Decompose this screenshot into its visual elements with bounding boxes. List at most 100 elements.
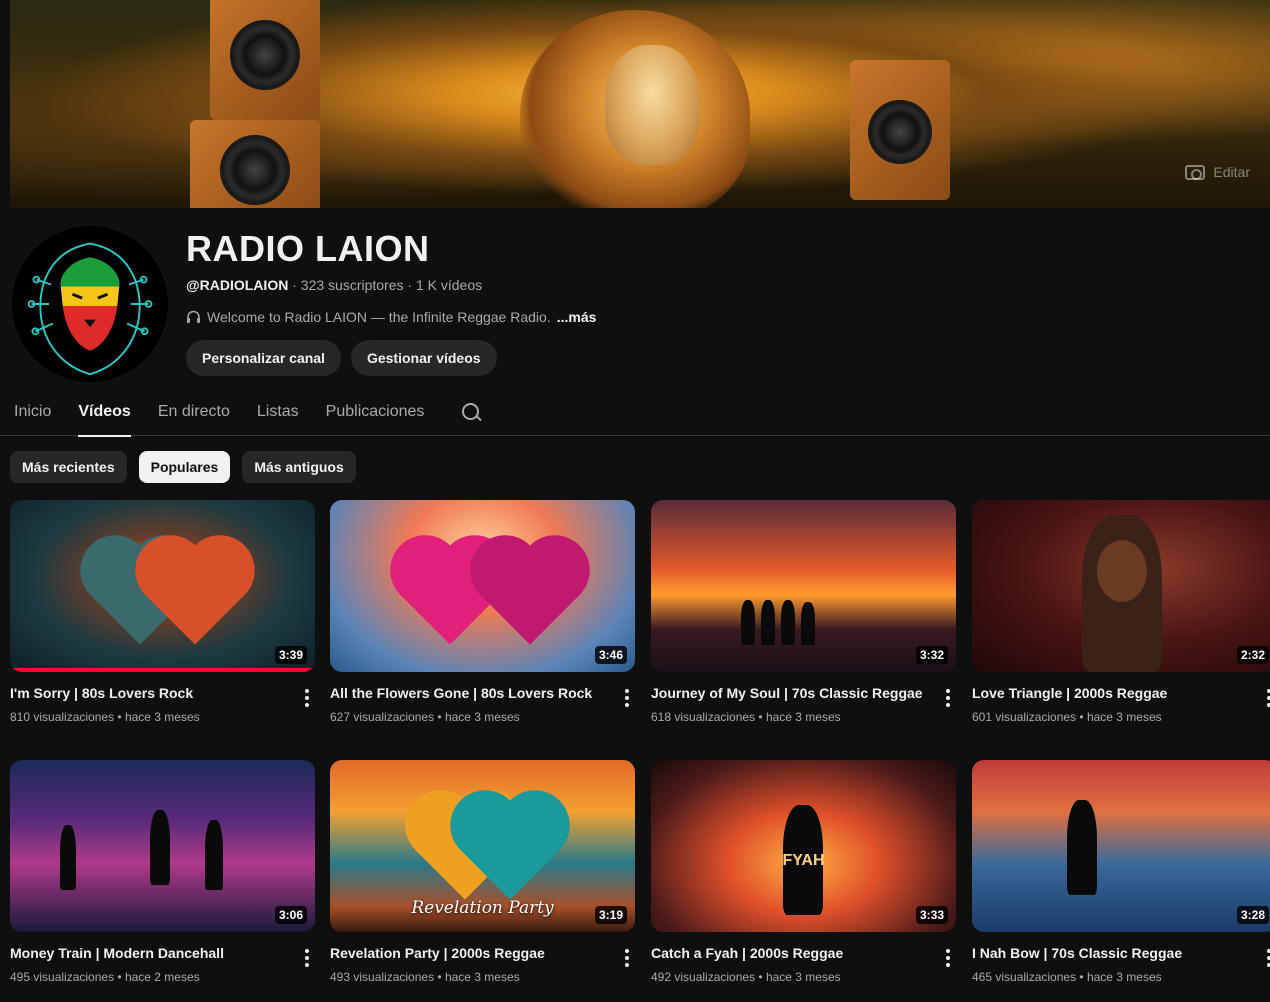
dancer-silhouette — [150, 810, 170, 885]
heart-graphic — [480, 545, 580, 645]
upload-age: hace 3 meses — [765, 970, 841, 984]
stats-separator: • — [434, 710, 445, 724]
upload-age: hace 3 meses — [1086, 970, 1162, 984]
more-actions-icon[interactable] — [940, 686, 956, 710]
person-silhouette — [781, 600, 795, 645]
video-duration: 3:33 — [915, 906, 948, 924]
video-stats: 465 visualizaciones • hace 3 meses — [972, 970, 1270, 984]
stats-separator: • — [1076, 710, 1087, 724]
more-actions-icon[interactable] — [1261, 946, 1270, 970]
tab-en-directo[interactable]: En directo — [158, 388, 230, 436]
meta-separator: · — [288, 277, 301, 293]
manage-videos-button[interactable]: Gestionar vídeos — [350, 340, 497, 376]
view-count: 493 visualizaciones — [330, 970, 435, 984]
video-card[interactable]: 3:28 I Nah Bow | 70s Classic Reggae 465 … — [972, 760, 1270, 984]
heart-graphic — [145, 545, 245, 645]
person-silhouette — [801, 602, 815, 645]
channel-avatar[interactable] — [10, 224, 170, 384]
chip-oldest[interactable]: Más antiguos — [242, 451, 356, 483]
video-thumbnail[interactable]: 3:06 — [10, 760, 315, 932]
thumbnail-title-text: Revelation Party — [411, 898, 554, 918]
lion-face-graphic — [605, 45, 700, 165]
upload-age: hace 3 meses — [1086, 710, 1162, 724]
tab-listas[interactable]: Listas — [257, 388, 299, 436]
video-thumbnail[interactable]: FYAH 3:33 — [651, 760, 956, 932]
video-stats: 495 visualizaciones • hace 2 meses — [10, 970, 315, 984]
video-duration: 3:39 — [274, 646, 307, 664]
speaker-graphic — [850, 60, 950, 200]
video-stats: 601 visualizaciones • hace 3 meses — [972, 710, 1270, 724]
video-title[interactable]: I Nah Bow | 70s Classic Reggae — [972, 945, 1257, 961]
video-stats: 618 visualizaciones • hace 3 meses — [651, 710, 956, 724]
video-title[interactable]: Revelation Party | 2000s Reggae — [330, 945, 615, 961]
more-actions-icon[interactable] — [619, 946, 635, 970]
stats-separator: • — [114, 710, 125, 724]
headphones-icon — [187, 310, 200, 323]
video-stats: 492 visualizaciones • hace 3 meses — [651, 970, 956, 984]
video-duration: 3:46 — [594, 646, 627, 664]
video-title[interactable]: All the Flowers Gone | 80s Lovers Rock — [330, 685, 615, 701]
video-stats: 627 visualizaciones • hace 3 meses — [330, 710, 635, 724]
video-card[interactable]: 3:06 Money Train | Modern Dancehall 495 … — [10, 760, 315, 984]
more-actions-icon[interactable] — [1261, 686, 1270, 710]
thumbnail-title-text: FYAH — [782, 852, 825, 869]
video-thumbnail[interactable]: 3:39 — [10, 500, 315, 672]
upload-age: hace 3 meses — [765, 710, 841, 724]
video-title[interactable]: Money Train | Modern Dancehall — [10, 945, 295, 961]
customize-channel-button[interactable]: Personalizar canal — [186, 340, 341, 376]
view-count: 618 visualizaciones — [651, 710, 756, 724]
video-card[interactable]: 3:46 All the Flowers Gone | 80s Lovers R… — [330, 500, 635, 724]
more-link[interactable]: ...más — [557, 309, 597, 325]
video-thumbnail[interactable]: Revelation Party 3:19 — [330, 760, 635, 932]
video-title[interactable]: I'm Sorry | 80s Lovers Rock — [10, 685, 295, 701]
edit-banner-button[interactable]: Editar — [1185, 164, 1250, 180]
speaker-graphic — [190, 120, 320, 208]
video-duration: 3:32 — [915, 646, 948, 664]
more-actions-icon[interactable] — [619, 686, 635, 710]
upload-age: hace 2 meses — [124, 970, 200, 984]
more-actions-icon[interactable] — [299, 946, 315, 970]
video-card[interactable]: 3:32 Journey of My Soul | 70s Classic Re… — [651, 500, 956, 724]
video-title[interactable]: Journey of My Soul | 70s Classic Reggae — [651, 685, 936, 701]
channel-description[interactable]: Welcome to Radio LAION — the Infinite Re… — [186, 309, 596, 325]
view-count: 627 visualizaciones — [330, 710, 435, 724]
search-icon[interactable] — [459, 400, 483, 424]
channel-tabs: Inicio Vídeos En directo Listas Publicac… — [0, 388, 1270, 437]
video-duration: 3:06 — [274, 906, 307, 924]
tab-inicio[interactable]: Inicio — [14, 388, 51, 436]
more-actions-icon[interactable] — [940, 946, 956, 970]
camera-icon — [1185, 164, 1206, 180]
stats-separator: • — [755, 970, 766, 984]
tab-publicaciones[interactable]: Publicaciones — [326, 388, 425, 436]
view-count: 495 visualizaciones — [10, 970, 115, 984]
person-silhouette — [761, 600, 775, 645]
channel-name: RADIO LAION — [186, 228, 430, 269]
video-duration: 3:19 — [594, 906, 627, 924]
video-thumbnail[interactable]: 3:32 — [651, 500, 956, 672]
video-thumbnail[interactable]: 3:28 — [972, 760, 1270, 932]
upload-age: hace 3 meses — [124, 710, 200, 724]
video-thumbnail[interactable]: 2:32 — [972, 500, 1270, 672]
subscriber-count: 323 suscriptores — [300, 277, 404, 293]
figure-silhouette — [1067, 800, 1097, 895]
video-card[interactable]: FYAH 3:33 Catch a Fyah | 2000s Reggae 49… — [651, 760, 956, 984]
more-actions-icon[interactable] — [299, 686, 315, 710]
channel-meta: @RADIOLAION · 323 suscriptores · 1 K víd… — [186, 277, 482, 293]
video-card[interactable]: 2:32 Love Triangle | 2000s Reggae 601 vi… — [972, 500, 1270, 724]
video-duration: 2:32 — [1236, 646, 1269, 664]
meta-separator: · — [403, 277, 416, 293]
video-thumbnail[interactable]: 3:46 — [330, 500, 635, 672]
video-title[interactable]: Love Triangle | 2000s Reggae — [972, 685, 1257, 701]
tab-videos[interactable]: Vídeos — [78, 388, 132, 437]
stats-separator: • — [755, 710, 766, 724]
description-text: Welcome to Radio LAION — the Infinite Re… — [207, 309, 551, 325]
video-title[interactable]: Catch a Fyah | 2000s Reggae — [651, 945, 936, 961]
video-duration: 3:28 — [1236, 906, 1269, 924]
chip-most-recent[interactable]: Más recientes — [10, 451, 127, 483]
video-card[interactable]: 3:39 I'm Sorry | 80s Lovers Rock 810 vis… — [10, 500, 315, 724]
stats-separator: • — [114, 970, 125, 984]
stats-separator: • — [434, 970, 445, 984]
chip-popular[interactable]: Populares — [138, 451, 231, 483]
video-stats: 810 visualizaciones • hace 3 meses — [10, 710, 315, 724]
video-card[interactable]: Revelation Party 3:19 Revelation Party |… — [330, 760, 635, 984]
